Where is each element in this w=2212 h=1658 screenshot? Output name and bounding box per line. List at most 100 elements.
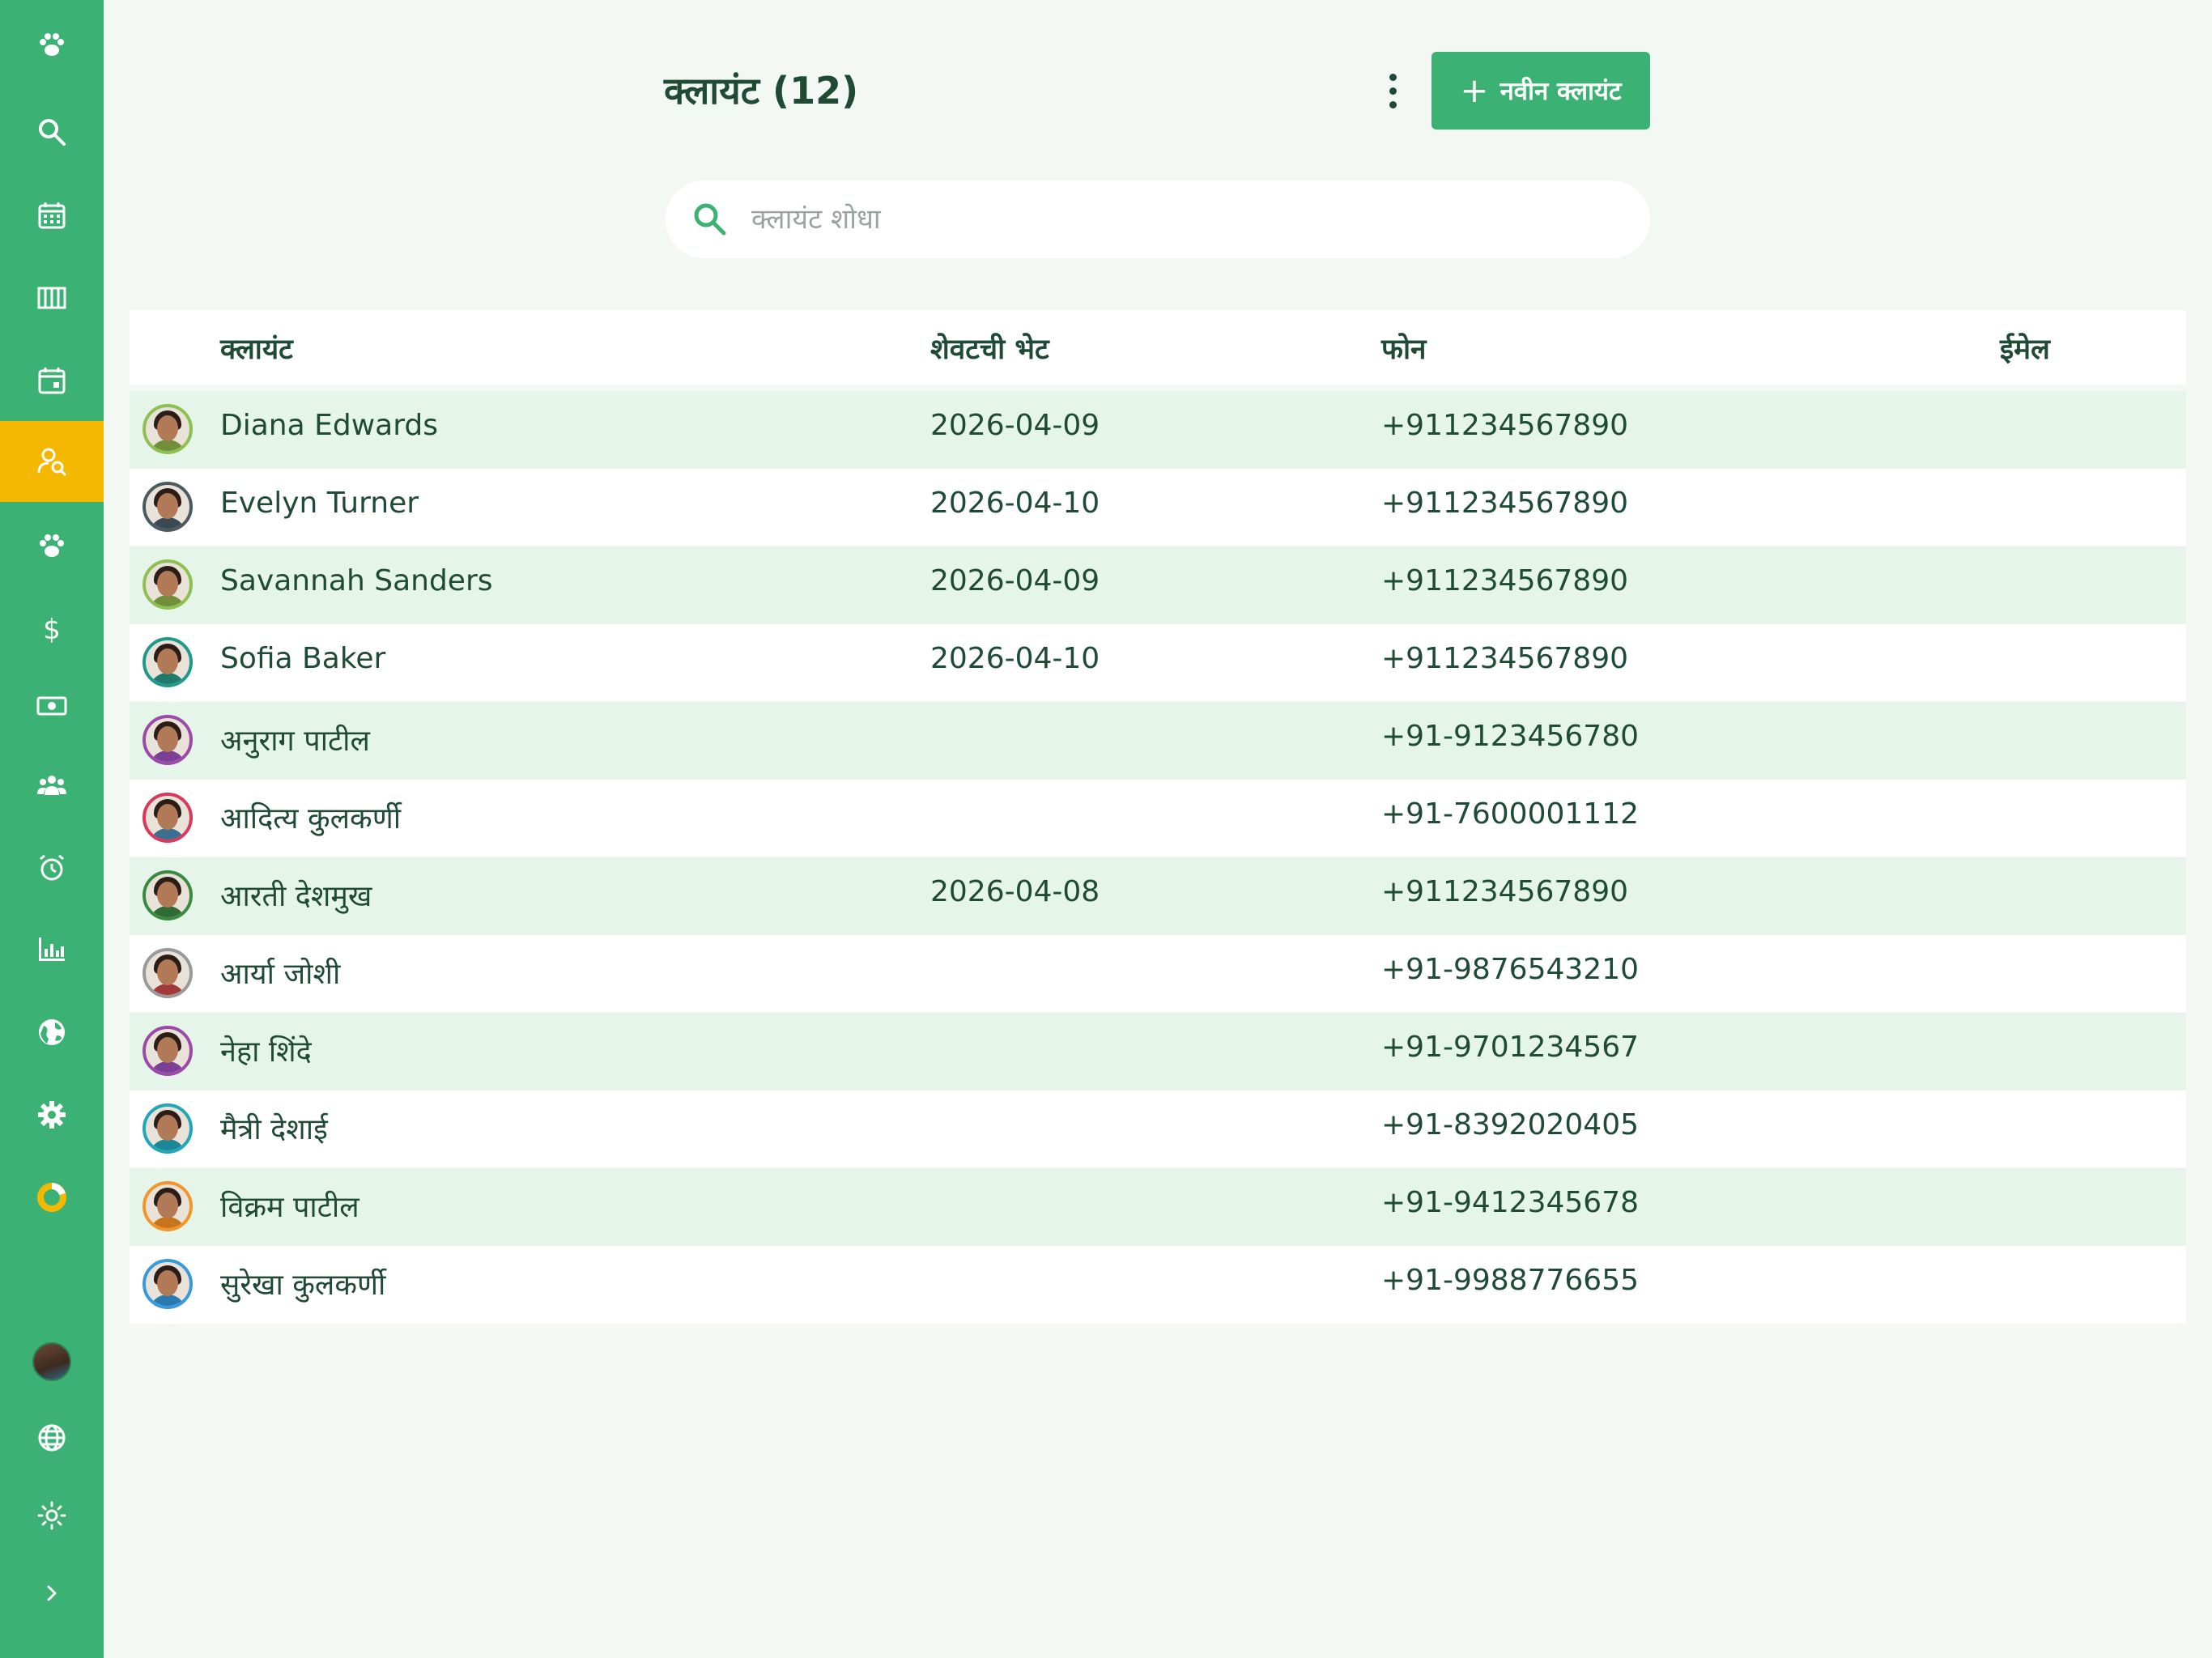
user-avatar [32,1342,71,1381]
client-phone: +911234567890 [1381,875,1629,908]
client-phone: +911234567890 [1381,487,1629,520]
client-avatar [143,1181,193,1231]
nav-settings[interactable] [0,1074,104,1155]
nav-profile[interactable] [0,1321,104,1402]
client-name[interactable]: Savannah Sanders [220,564,493,597]
table-row[interactable]: Savannah Sanders 2026-04-09 +911234567890 [130,546,2186,624]
client-phone: +91-8392020405 [1381,1108,1640,1141]
dot-icon [1389,73,1397,81]
clients-table: क्लायंट शेवटची भेट फोन ईमेल Diana Edward… [130,310,2186,1324]
dollar-icon: $ [43,614,61,644]
nav-clients[interactable] [0,421,104,502]
client-name[interactable]: आरती देशमुख [220,875,372,915]
cash-icon [36,696,67,716]
search-icon [694,203,726,236]
client-phone: +91-9123456780 [1381,720,1640,753]
column-header-last-visit[interactable]: शेवटची भेट [930,329,1049,368]
search-input[interactable] [750,202,1603,236]
settings-icon [38,1101,66,1129]
nav-team[interactable] [0,745,104,826]
table-body: Diana Edwards 2026-04-09 +911234567890 Evel… [130,391,2186,1324]
client-name[interactable]: Evelyn Turner [220,487,419,520]
client-search-icon [37,448,66,476]
nav-payments[interactable] [0,665,104,746]
client-name[interactable]: Diana Edwards [220,409,438,442]
sun-icon [37,1501,66,1530]
paw-icon [40,33,64,56]
client-phone: +91-9876543210 [1381,953,1640,986]
client-name[interactable]: सुरेखा कुलकर्णी [220,1264,385,1303]
last-visit-date: 2026-04-09 [930,564,1100,597]
group-icon [37,776,66,795]
client-name[interactable]: Sofia Baker [220,642,385,675]
nav-calendar[interactable] [0,175,104,256]
table-row[interactable]: Diana Edwards 2026-04-09 +911234567890 [130,391,2186,469]
client-phone: +911234567890 [1381,564,1629,597]
search-icon [39,119,66,146]
last-visit-date: 2026-04-10 [930,642,1100,675]
client-avatar [143,793,193,843]
table-row[interactable]: अनुराग पाटील +91-9123456780 [130,702,2186,780]
dot-icon [1389,100,1397,108]
column-header-phone[interactable]: फोन [1381,329,1426,368]
last-visit-date: 2026-04-08 [930,875,1100,908]
client-avatar [143,948,193,998]
nav-website[interactable] [0,992,104,1073]
client-name[interactable]: नेहा शिंदे [220,1031,312,1070]
column-header-email[interactable]: ईमेल [2000,329,2050,368]
chevron-right-icon [47,1585,57,1601]
calendar-icon [38,202,66,229]
globe-icon [39,1019,65,1045]
client-name[interactable]: आदित्य कुलकर्णी [220,797,401,837]
nav-paw-home[interactable] [0,4,104,85]
column-header-client[interactable]: क्लायंट [220,329,293,368]
client-avatar [143,482,193,532]
client-name[interactable]: अनुराग पाटील [220,720,370,759]
nav-columns[interactable] [0,257,104,338]
table-row[interactable]: विक्रम पाटील +91-9412345678 [130,1168,2186,1246]
client-phone: +91-9701234567 [1381,1031,1640,1064]
client-name[interactable]: आर्या जोशी [220,953,340,993]
table-row[interactable]: मैत्री देशाई +91-8392020405 [130,1090,2186,1168]
new-client-button[interactable]: + नवीन क्लायंट [1431,52,1650,130]
nav-search[interactable] [0,91,104,172]
new-client-label: नवीन क्लायंट [1499,77,1622,106]
client-avatar [143,559,193,610]
client-name[interactable]: विक्रम पाटील [220,1186,359,1226]
client-phone: +911234567890 [1381,642,1629,675]
language-globe-icon [38,1424,66,1452]
sidebar: $ [0,0,104,1658]
nav-calendar-event[interactable] [0,340,104,421]
table-row[interactable]: सुरेखा कुलकर्णी +91-9988776655 [130,1246,2186,1324]
nav-billing[interactable]: $ [0,588,104,669]
client-avatar [143,404,193,454]
client-avatar [143,1026,193,1076]
nav-theme[interactable] [0,1475,104,1556]
paw-icon [40,534,64,557]
client-phone: +91-7600001112 [1381,797,1640,831]
search-box[interactable] [666,181,1650,258]
table-row[interactable]: आरती देशमुख 2026-04-08 +911234567890 [130,857,2186,935]
nav-reminders[interactable] [0,827,104,908]
table-row[interactable]: आर्या जोशी +91-9876543210 [130,935,2186,1013]
table-row[interactable]: Evelyn Turner 2026-04-10 +911234567890 [130,469,2186,546]
client-phone: +91-9988776655 [1381,1264,1640,1297]
calendar-event-icon [38,368,66,394]
alarm-icon [40,854,64,881]
client-name[interactable]: मैत्री देशाई [220,1108,328,1148]
more-options-button[interactable] [1376,65,1409,117]
nav-language[interactable] [0,1397,104,1478]
table-row[interactable]: नेहा शिंदे +91-9701234567 [130,1013,2186,1090]
nav-reports[interactable] [0,908,104,989]
client-avatar [143,1103,193,1154]
client-avatar [143,1259,193,1309]
table-row[interactable]: आदित्य कुलकर्णी +91-7600001112 [130,780,2186,857]
client-avatar [143,637,193,687]
svg-text:$: $ [43,614,61,644]
table-row[interactable]: Sofia Baker 2026-04-10 +911234567890 [130,624,2186,702]
nav-pets[interactable] [0,505,104,586]
last-visit-date: 2026-04-09 [930,409,1100,442]
dot-icon [1389,87,1397,95]
nav-status[interactable] [0,1157,104,1238]
nav-expand[interactable] [0,1553,104,1634]
